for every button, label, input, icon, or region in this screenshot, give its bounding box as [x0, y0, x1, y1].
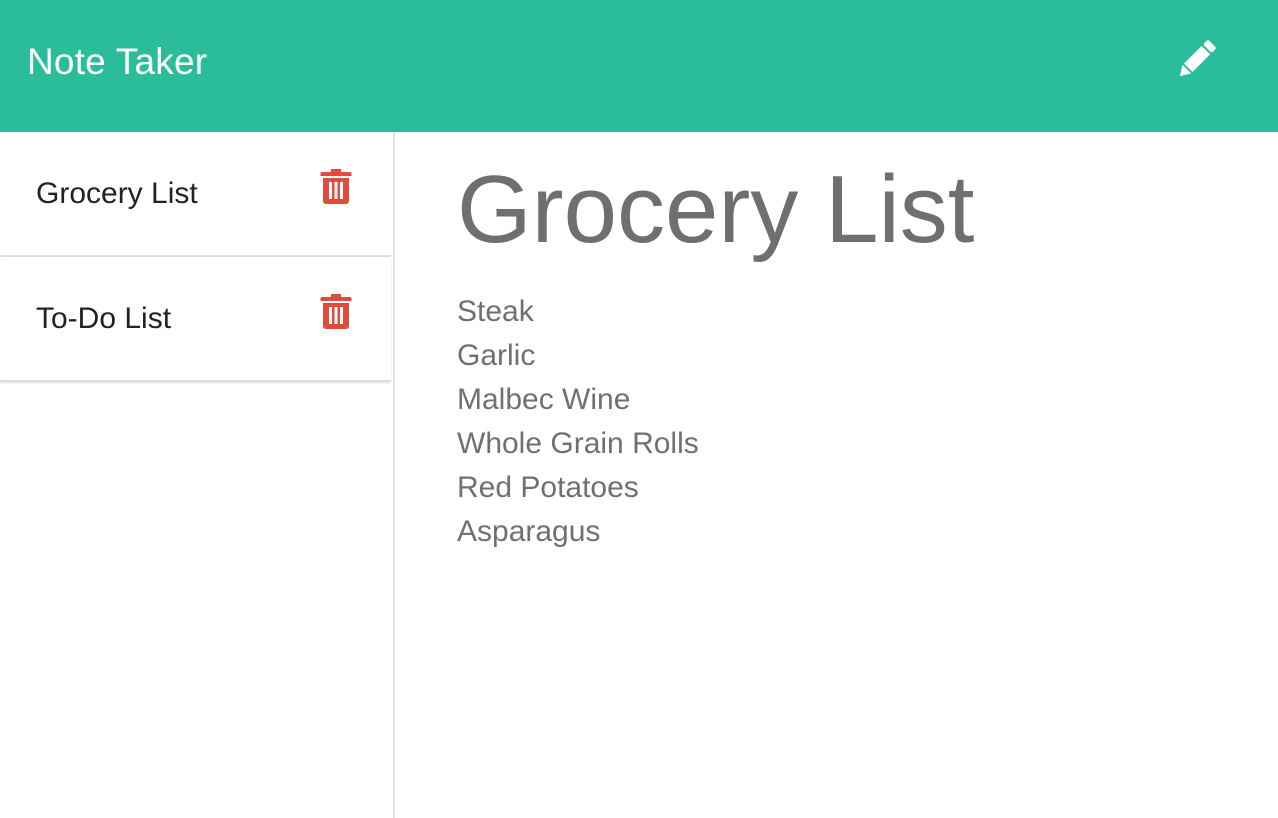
note-title[interactable]: Grocery List	[457, 154, 974, 266]
note-body[interactable]: Steak Garlic Malbec Wine Whole Grain Rol…	[457, 290, 699, 554]
note-list-item[interactable]: To-Do List	[0, 257, 391, 382]
note-list-item-title[interactable]: To-Do List	[36, 301, 171, 337]
trash-icon	[320, 293, 352, 334]
app-title[interactable]: Note Taker	[27, 40, 207, 84]
navbar: Note Taker	[0, 0, 1278, 132]
note-list-item-title[interactable]: Grocery List	[36, 176, 198, 212]
trash-icon	[320, 168, 352, 209]
delete-note-button[interactable]	[318, 293, 354, 333]
delete-note-button[interactable]	[318, 168, 354, 208]
note-body-line: Red Potatoes	[457, 471, 639, 504]
note-body-line: Whole Grain Rolls	[457, 427, 699, 460]
note-list: Grocery List To-Do List	[0, 132, 393, 382]
note-body-line: Garlic	[457, 339, 536, 372]
note-body-line: Malbec Wine	[457, 383, 631, 416]
note-list-item[interactable]: Grocery List	[0, 132, 391, 257]
new-note-button[interactable]	[1166, 34, 1226, 90]
note-editor: Grocery List Steak Garlic Malbec Wine Wh…	[395, 132, 1278, 818]
pencil-icon	[1171, 35, 1221, 90]
sidebar: Grocery List To-Do List	[0, 132, 395, 818]
note-body-line: Asparagus	[457, 515, 601, 548]
note-body-line: Steak	[457, 295, 534, 328]
